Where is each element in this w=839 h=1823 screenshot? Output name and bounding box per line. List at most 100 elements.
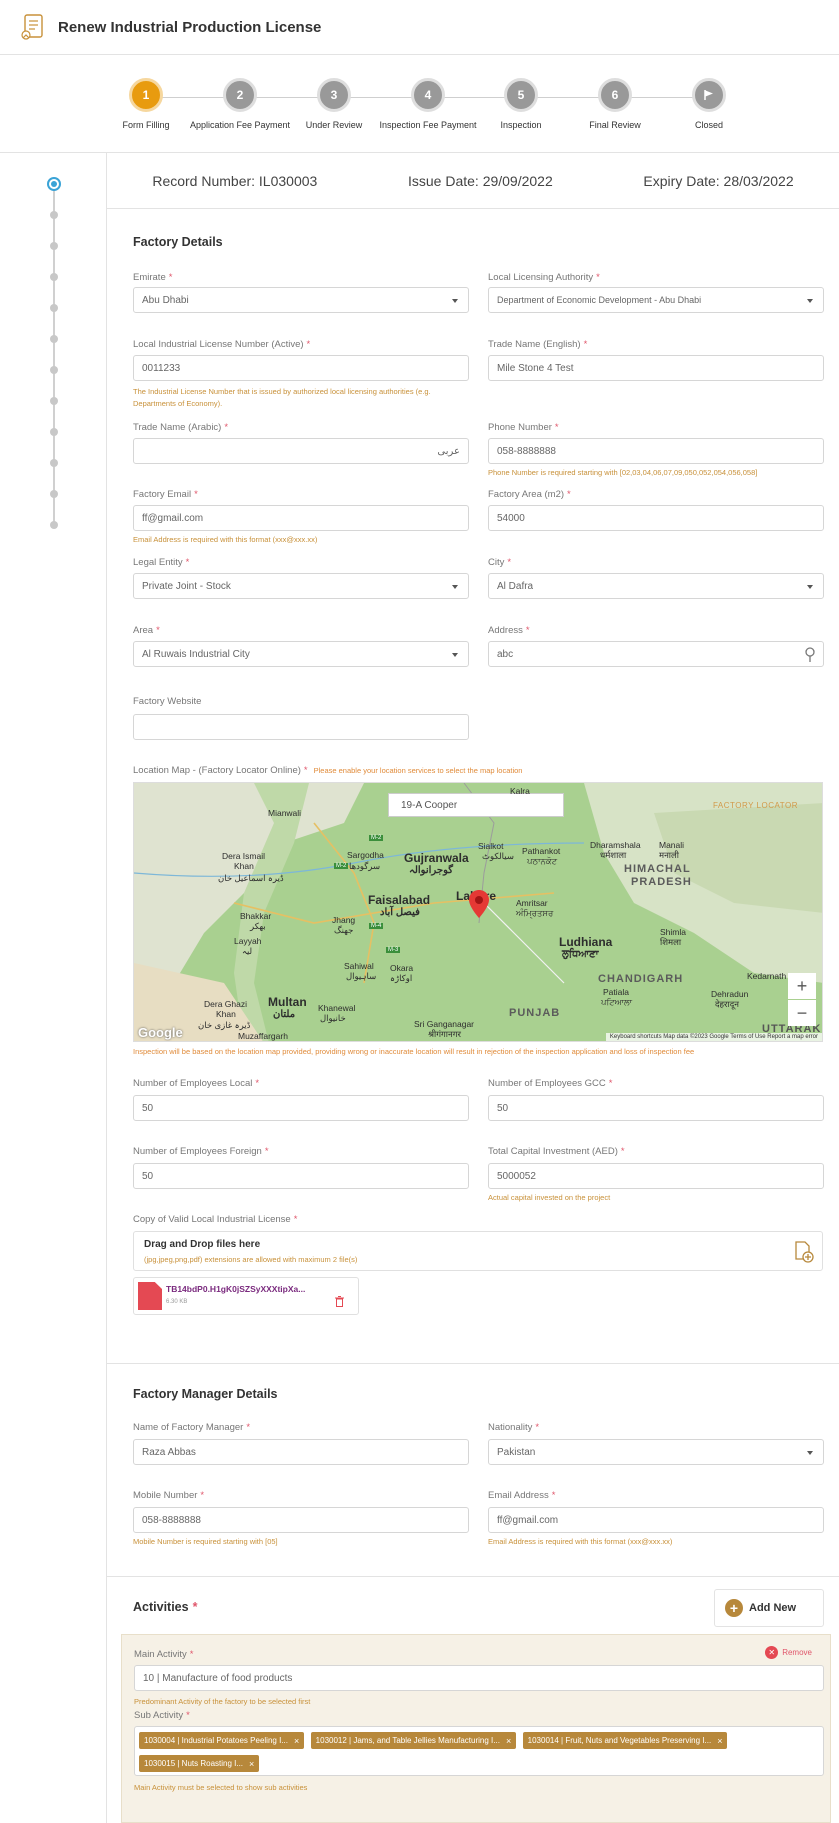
main-activity-input[interactable]: 10 | Manufacture of food products: [134, 1665, 824, 1691]
capital-input[interactable]: 5000052: [488, 1163, 824, 1189]
factory-email-hint: Email Address is required with this form…: [133, 535, 318, 544]
factory-details-title: Factory Details: [133, 235, 223, 249]
remove-activity-button[interactable]: ✕ Remove: [765, 1646, 812, 1659]
delete-icon[interactable]: [335, 1296, 344, 1307]
rail-dot[interactable]: [50, 459, 58, 467]
file-name[interactable]: TB14bdP0.H1gK0jSZSyXXXtipXa...: [166, 1284, 305, 1294]
sub-activity-tags[interactable]: 1030004 | Industrial Potatoes Peeling I.…: [134, 1726, 824, 1776]
mobile-input[interactable]: 058-8888888: [133, 1507, 469, 1533]
map-place-amritsar-pa: ਅੰਮ੍ਰਿਤਸਰ: [516, 908, 554, 918]
capital-hint: Actual capital invested on the project: [488, 1193, 611, 1202]
map-hint: Please enable your location services to …: [313, 766, 523, 775]
zoom-out-button[interactable]: −: [788, 1000, 816, 1026]
step-circle: 4: [411, 78, 445, 112]
rail-dot[interactable]: [50, 397, 58, 405]
trade-name-ar-label: Trade Name (Arabic) *: [133, 422, 229, 433]
map-place-pathankot: Pathankot: [522, 846, 561, 856]
activity-card: ✕ Remove Main Activity * 10 | Manufacture…: [121, 1634, 831, 1823]
rail-dot[interactable]: [50, 273, 58, 281]
rail-dot[interactable]: [50, 242, 58, 250]
legal-entity-select[interactable]: Private Joint - Stock: [133, 573, 469, 599]
map-label: Location Map - (Factory Locator Online) *…: [133, 765, 523, 776]
factory-area-label: Factory Area (m2) *: [488, 489, 571, 500]
trade-name-ar-input[interactable]: عربی: [133, 438, 469, 464]
rail-dot[interactable]: [50, 490, 58, 498]
map-attribution[interactable]: Keyboard shortcuts Map data ©2023 Google…: [605, 1033, 822, 1041]
map-pin-icon[interactable]: [805, 647, 815, 662]
map-search-input[interactable]: 19-A Cooper: [388, 793, 564, 817]
dropzone-title: Drag and Drop files here: [144, 1239, 261, 1250]
tag-remove-icon[interactable]: ×: [717, 1736, 722, 1746]
license-document-icon: [21, 14, 43, 40]
map-place-sargodha-ur: سرگودھا: [349, 861, 381, 871]
emp-foreign-label: Number of Employees Foreign *: [133, 1146, 269, 1157]
map-place-dharamshala: Dharamshala: [590, 840, 641, 850]
map-region-chandigarh: CHANDIGARH: [598, 973, 684, 985]
rail-dot[interactable]: [50, 211, 58, 219]
map-place-manali: Manali: [659, 840, 685, 850]
emirate-select[interactable]: Abu Dhabi: [133, 287, 469, 313]
file-dropzone[interactable]: Drag and Drop files here (jpg,jpeg,png,p…: [133, 1231, 823, 1271]
emp-local-input[interactable]: 50: [133, 1095, 469, 1121]
step-closed[interactable]: Closed: [654, 78, 764, 130]
manager-details-title: Factory Manager Details: [133, 1387, 278, 1401]
map-place-manali-hi: मनाली: [659, 850, 679, 860]
factory-email-input[interactable]: ff@gmail.com: [133, 505, 469, 531]
map-place-jhang: Jhang: [332, 915, 356, 925]
emp-foreign-input[interactable]: 50: [133, 1163, 469, 1189]
rail-dot[interactable]: [50, 428, 58, 436]
trade-name-en-input[interactable]: Mile Stone 4 Test: [488, 355, 824, 381]
map-place-mianwali: Mianwali: [268, 808, 302, 818]
expiry-date: Expiry Date: 28/03/2022: [643, 172, 794, 189]
phone-input[interactable]: 058-8888888: [488, 438, 824, 464]
map-place-sialkot: Sialkot: [478, 841, 504, 851]
rail-dot[interactable]: [50, 366, 58, 374]
website-input[interactable]: [133, 714, 469, 740]
map-place-faisalabad-ur: فیصل آباد: [380, 907, 420, 918]
map-marker-icon[interactable]: [468, 889, 490, 919]
manager-email-label: Email Address *: [488, 1490, 556, 1501]
factory-area-input[interactable]: 54000: [488, 505, 824, 531]
tag-remove-icon[interactable]: ×: [249, 1759, 254, 1769]
rail-active-dot[interactable]: [47, 177, 61, 191]
rail-dot[interactable]: [50, 304, 58, 312]
area-select[interactable]: Al Ruwais Industrial City: [133, 641, 469, 667]
activities-title: Activities *: [133, 1600, 198, 1614]
city-select[interactable]: Al Dafra: [488, 573, 824, 599]
map-place-pathankot-pa: ਪਠਾਨਕੋਟ: [527, 856, 558, 866]
nationality-select[interactable]: Pakistan: [488, 1439, 824, 1465]
authority-select[interactable]: Department of Economic Development - Abu…: [488, 287, 824, 313]
map-place-gujranwala: Gujranwala: [404, 851, 469, 865]
rail-dot[interactable]: [50, 521, 58, 529]
city-label: City *: [488, 557, 512, 568]
tag-remove-icon[interactable]: ×: [506, 1736, 511, 1746]
map-region-himachal: HIMACHAL: [624, 863, 691, 875]
upload-file-icon[interactable]: [794, 1241, 814, 1263]
page-header: Renew Industrial Production License: [0, 0, 839, 55]
dropzone-hint: (jpg,jpeg,png,pdf) extensions are allowe…: [144, 1255, 358, 1264]
add-new-activity-button[interactable]: + Add New: [714, 1589, 824, 1627]
tag-remove-icon[interactable]: ×: [294, 1736, 299, 1746]
location-map[interactable]: 19-A Cooper FACTORY LOCATOR Kalra Mianwa…: [133, 782, 823, 1042]
motorway-shield: M-2: [334, 863, 349, 869]
sub-activity-tag: 1030014 | Fruit, Nuts and Vegetables Pre…: [522, 1732, 728, 1749]
map-place-muzaffargarh: Muzaffargarh: [238, 1031, 288, 1041]
step-circle: 5: [504, 78, 538, 112]
uploaded-file-card[interactable]: TB14bdP0.H1gK0jSZSyXXXtipXa... 6.30 KB: [133, 1277, 359, 1315]
close-icon: ✕: [765, 1646, 779, 1659]
record-number: Record Number: IL030003: [152, 172, 318, 189]
rail-dot[interactable]: [50, 335, 58, 343]
area-label: Area *: [133, 625, 160, 636]
map-region-punjab: PUNJAB: [509, 1007, 561, 1019]
motorway-shield: M-3: [386, 947, 401, 953]
manager-email-input[interactable]: ff@gmail.com: [488, 1507, 824, 1533]
license-number-input[interactable]: 0011233: [133, 355, 469, 381]
manager-email-hint: Email Address is required with this form…: [488, 1537, 673, 1546]
step-circle: 3: [317, 78, 351, 112]
address-input[interactable]: abc: [488, 641, 824, 667]
map-place-okara: Okara: [390, 963, 414, 973]
manager-name-input[interactable]: Raza Abbas: [133, 1439, 469, 1465]
zoom-in-button[interactable]: +: [788, 973, 816, 999]
map-place-patiala: Patiala: [603, 987, 629, 997]
emp-gcc-input[interactable]: 50: [488, 1095, 824, 1121]
